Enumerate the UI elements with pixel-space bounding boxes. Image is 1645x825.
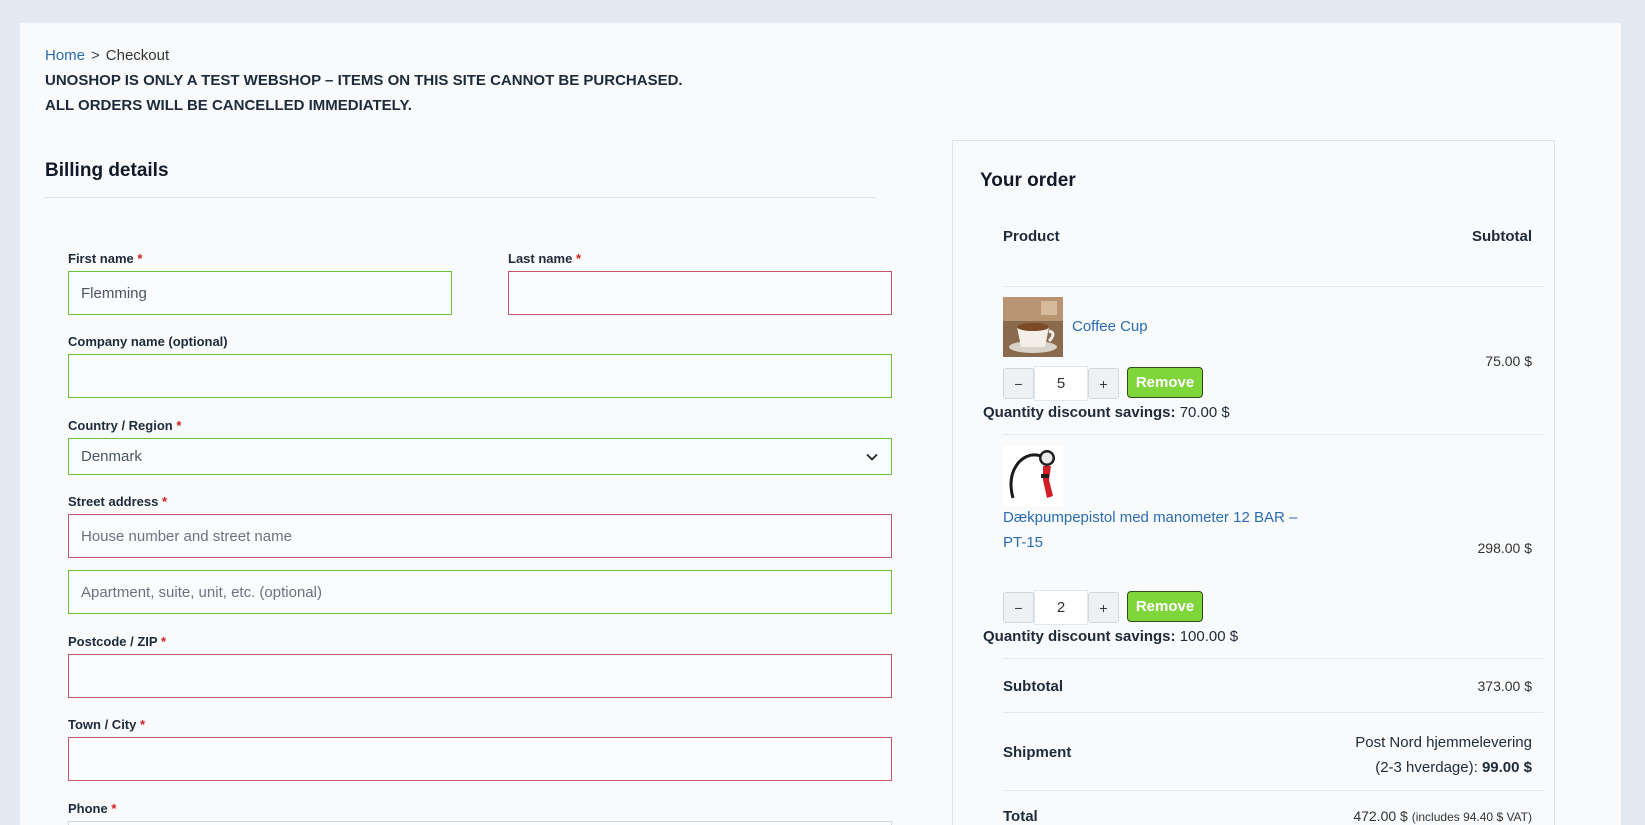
postcode-label-text: Postcode / ZIP bbox=[68, 634, 158, 649]
increase-quantity-button[interactable]: + bbox=[1088, 592, 1119, 623]
city-label: Town / City * bbox=[68, 717, 145, 732]
total-vat-note: (includes 94.40 $ VAT) bbox=[1411, 810, 1532, 824]
required-mark: * bbox=[137, 251, 143, 266]
company-label: Company name (optional) bbox=[68, 334, 228, 349]
city-input[interactable] bbox=[68, 737, 892, 781]
shipment-delivery-time: (2-3 hverdage): bbox=[1375, 759, 1478, 776]
street-address-input[interactable]: House number and street name bbox=[68, 514, 892, 558]
tire-pump-link-line-1: Dækpumpepistol med manometer 12 BAR – bbox=[1003, 509, 1298, 526]
tire-pump-link[interactable]: Dækpumpepistol med manometer 12 BAR – PT… bbox=[1003, 505, 1297, 555]
shipment-label: Shipment bbox=[1003, 744, 1072, 761]
shipment-price: 99.00 $ bbox=[1481, 759, 1532, 776]
remove-item-button[interactable]: Remove bbox=[1127, 591, 1203, 622]
total-label: Total bbox=[1003, 808, 1038, 825]
breadcrumb-current: Checkout bbox=[105, 47, 170, 64]
your-order-title: Your order bbox=[980, 170, 1076, 191]
last-name-label-text: Last name bbox=[508, 251, 573, 266]
country-label-text: Country / Region bbox=[68, 418, 173, 433]
coffee-cup-link[interactable]: Coffee Cup bbox=[1072, 314, 1148, 339]
total-amount: 472.00 $ bbox=[1353, 808, 1408, 824]
remove-item-button[interactable]: Remove bbox=[1127, 367, 1203, 398]
last-name-input[interactable] bbox=[508, 271, 892, 315]
country-label: Country / Region * bbox=[68, 418, 181, 433]
phone-input[interactable] bbox=[68, 821, 892, 825]
test-shop-notice: UNOSHOP IS ONLY A TEST WEBSHOP – ITEMS O… bbox=[45, 68, 683, 118]
street-address-label: Street address * bbox=[68, 494, 167, 509]
postcode-input[interactable] bbox=[68, 654, 892, 698]
billing-details-title: Billing details bbox=[45, 160, 169, 181]
quantity-input[interactable]: 2 bbox=[1034, 590, 1088, 625]
required-mark: * bbox=[111, 801, 117, 816]
product-column-header: Product bbox=[1003, 228, 1060, 245]
first-name-label-text: First name bbox=[68, 251, 134, 266]
item-price: 75.00 $ bbox=[1485, 353, 1532, 369]
first-name-input[interactable]: Flemming bbox=[68, 271, 452, 315]
subtotal-divider bbox=[1003, 712, 1543, 713]
notice-line-1: UNOSHOP IS ONLY A TEST WEBSHOP – ITEMS O… bbox=[45, 72, 683, 89]
city-label-text: Town / City bbox=[68, 717, 137, 732]
shipment-method-name: Post Nord hjemmelevering bbox=[1355, 734, 1532, 751]
savings-label: Quantity discount savings: bbox=[983, 404, 1176, 421]
increase-quantity-button[interactable]: + bbox=[1088, 368, 1119, 399]
quantity-input[interactable]: 5 bbox=[1034, 366, 1088, 401]
street-address-label-text: Street address bbox=[68, 494, 159, 509]
quantity-savings: Quantity discount savings: 70.00 $ bbox=[983, 404, 1230, 421]
tire-pump-thumbnail[interactable] bbox=[1003, 446, 1063, 506]
tire-pump-link-line-2: PT-15 bbox=[1003, 534, 1044, 551]
breadcrumb-home-link[interactable]: Home bbox=[45, 47, 85, 64]
billing-divider bbox=[45, 197, 875, 198]
postcode-label: Postcode / ZIP * bbox=[68, 634, 166, 649]
required-mark: * bbox=[140, 717, 146, 732]
shipment-method: Post Nord hjemmelevering (2-3 hverdage):… bbox=[1355, 730, 1532, 780]
total-value: 472.00 $ (includes 94.40 $ VAT) bbox=[1353, 808, 1532, 824]
required-mark: * bbox=[176, 418, 182, 433]
breadcrumb-separator: > bbox=[91, 47, 100, 64]
country-select-value: Denmark bbox=[81, 448, 142, 465]
decrease-quantity-button[interactable]: − bbox=[1003, 592, 1034, 623]
company-input[interactable] bbox=[68, 354, 892, 398]
item-divider bbox=[1003, 434, 1543, 435]
apartment-input[interactable]: Apartment, suite, unit, etc. (optional) bbox=[68, 570, 892, 614]
shipment-method-detail: (2-3 hverdage): 99.00 $ bbox=[1355, 755, 1532, 780]
country-select[interactable]: Denmark bbox=[68, 438, 892, 475]
quantity-savings: Quantity discount savings: 100.00 $ bbox=[983, 628, 1238, 645]
savings-value: 70.00 $ bbox=[1179, 404, 1230, 421]
subtotal-column-header: Subtotal bbox=[1472, 228, 1532, 245]
required-mark: * bbox=[160, 634, 167, 649]
breadcrumb: Home > Checkout bbox=[45, 47, 169, 64]
item-divider bbox=[1003, 658, 1543, 659]
first-name-label: First name * bbox=[68, 251, 142, 266]
item-price: 298.00 $ bbox=[1477, 540, 1533, 556]
header-divider bbox=[1003, 286, 1543, 287]
shipment-divider bbox=[1003, 790, 1543, 791]
notice-line-2: ALL ORDERS WILL BE CANCELLED IMMEDIATELY… bbox=[45, 97, 412, 114]
savings-value: 100.00 $ bbox=[1179, 628, 1239, 645]
subtotal-label: Subtotal bbox=[1003, 678, 1063, 695]
last-name-label: Last name * bbox=[508, 251, 581, 266]
required-mark: * bbox=[161, 494, 168, 509]
decrease-quantity-button[interactable]: − bbox=[1003, 368, 1034, 399]
subtotal-value: 373.00 $ bbox=[1477, 678, 1533, 694]
required-mark: * bbox=[575, 251, 581, 266]
coffee-cup-thumbnail[interactable] bbox=[1003, 297, 1063, 357]
phone-label-text: Phone bbox=[68, 801, 108, 816]
chevron-down-icon bbox=[865, 450, 879, 464]
phone-label: Phone * bbox=[68, 801, 116, 816]
savings-label: Quantity discount savings: bbox=[983, 628, 1176, 645]
